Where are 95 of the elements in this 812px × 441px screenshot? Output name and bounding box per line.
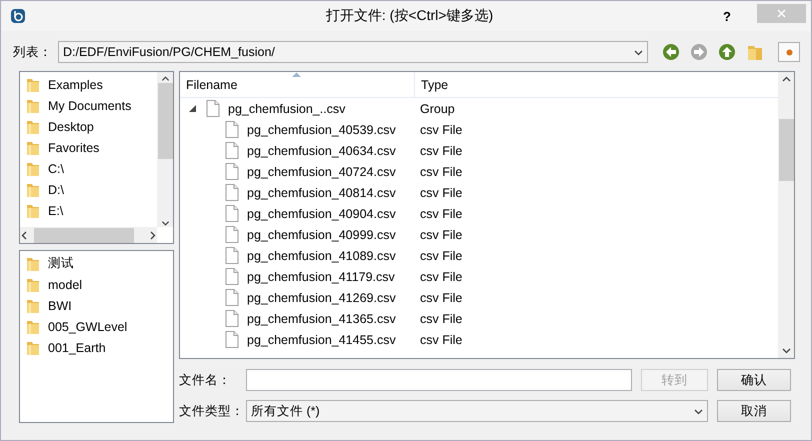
file-icon bbox=[225, 268, 239, 285]
filetype-label: 文件类型： bbox=[179, 402, 237, 420]
scroll-down-icon bbox=[782, 346, 790, 355]
scroll-up-icon bbox=[782, 75, 790, 84]
folder-icon bbox=[26, 202, 40, 218]
file-type: csv File bbox=[419, 312, 462, 326]
filename-field[interactable] bbox=[246, 369, 632, 391]
file-name[interactable]: pg_chemfusion_41455.csv bbox=[247, 332, 396, 346]
folder-icon bbox=[26, 118, 40, 134]
scrollbar[interactable] bbox=[20, 227, 157, 243]
column-header[interactable]: Type bbox=[415, 72, 454, 97]
place-item[interactable]: E:\ bbox=[48, 204, 64, 218]
recent-item[interactable]: BWI bbox=[48, 298, 72, 312]
recent-item[interactable]: 005_GWLevel bbox=[48, 320, 128, 334]
file-icon bbox=[225, 289, 239, 306]
folder-icon bbox=[26, 98, 40, 114]
confirm-button[interactable]: 确认 bbox=[717, 369, 791, 391]
file-icon bbox=[225, 163, 239, 180]
file-type: csv File bbox=[419, 228, 462, 242]
app-logo-icon bbox=[10, 8, 26, 24]
scrollbar-thumb[interactable] bbox=[158, 83, 172, 159]
file-icon bbox=[225, 121, 239, 138]
scroll-up-icon bbox=[160, 75, 170, 84]
folder-icon bbox=[26, 182, 40, 198]
folder-icon bbox=[26, 256, 40, 272]
file-type: csv File bbox=[419, 206, 462, 220]
place-item[interactable]: Examples bbox=[48, 78, 103, 92]
filetype-combo[interactable]: 所有文件 (*) bbox=[246, 400, 708, 422]
expanded-arrow-icon[interactable] bbox=[189, 105, 196, 112]
scrollbar[interactable] bbox=[778, 72, 794, 358]
folder-icon bbox=[26, 318, 40, 334]
scroll-left-icon bbox=[20, 230, 29, 240]
file-name[interactable]: pg_chemfusion_41089.csv bbox=[247, 248, 396, 262]
file-name[interactable]: pg_chemfusion_40814.csv bbox=[247, 186, 396, 200]
file-name[interactable]: pg_chemfusion_41365.csv bbox=[247, 312, 396, 326]
file-icon bbox=[225, 331, 239, 348]
record-button[interactable] bbox=[778, 42, 800, 62]
file-type: csv File bbox=[419, 270, 462, 284]
close-icon bbox=[777, 9, 786, 18]
new-folder-icon[interactable] bbox=[746, 43, 764, 61]
path-combo[interactable]: D:/EDF/EnviFusion/PG/CHEM_fusion/ bbox=[58, 41, 648, 63]
filetype-value: 所有文件 (*) bbox=[251, 402, 320, 420]
close-button[interactable] bbox=[757, 4, 806, 23]
place-item[interactable]: C:\ bbox=[48, 162, 64, 176]
file-name[interactable]: pg_chemfusion_40724.csv bbox=[247, 164, 396, 178]
scrollbar-thumb[interactable] bbox=[34, 228, 134, 242]
file-type: csv File bbox=[419, 332, 462, 346]
dropdown-icon bbox=[694, 406, 703, 416]
window-title: 打开文件: (按<Ctrl>键多选) bbox=[324, 7, 494, 25]
scroll-right-icon bbox=[148, 230, 157, 240]
path-value: D:/EDF/EnviFusion/PG/CHEM_fusion/ bbox=[63, 45, 275, 59]
file-type: csv File bbox=[419, 164, 462, 178]
file-icon bbox=[206, 100, 220, 117]
file-type: csv File bbox=[419, 290, 462, 304]
recent-item[interactable]: 测试 bbox=[48, 255, 74, 272]
file-icon bbox=[225, 142, 239, 159]
folder-icon bbox=[26, 340, 40, 356]
place-item[interactable]: D:\ bbox=[48, 182, 64, 196]
folder-icon bbox=[26, 298, 40, 314]
file-icon bbox=[225, 310, 239, 327]
file-icon bbox=[225, 226, 239, 243]
file-name[interactable]: pg_chemfusion_40904.csv bbox=[247, 206, 396, 220]
place-item[interactable]: Favorites bbox=[48, 140, 100, 154]
file-name[interactable]: pg_chemfusion_41269.csv bbox=[247, 290, 396, 304]
group-name[interactable]: pg_chemfusion_..csv bbox=[228, 102, 346, 116]
recent-item[interactable]: 001_Earth bbox=[48, 340, 106, 354]
filename-label: 文件名： bbox=[179, 372, 232, 388]
file-name[interactable]: pg_chemfusion_40634.csv bbox=[247, 144, 396, 158]
file-name[interactable]: pg_chemfusion_40999.csv bbox=[247, 228, 396, 242]
place-item[interactable]: Desktop bbox=[48, 120, 94, 134]
file-icon bbox=[225, 184, 239, 201]
dot-icon bbox=[784, 48, 794, 56]
recent-item[interactable]: model bbox=[48, 278, 82, 292]
file-name[interactable]: pg_chemfusion_41179.csv bbox=[247, 270, 395, 284]
folder-icon bbox=[26, 140, 40, 156]
dropdown-icon bbox=[634, 48, 643, 56]
file-name[interactable]: pg_chemfusion_40539.csv bbox=[247, 122, 396, 136]
scroll-down-icon bbox=[160, 218, 170, 227]
scrollbar-thumb[interactable] bbox=[778, 119, 794, 181]
place-item[interactable]: My Documents bbox=[48, 98, 132, 112]
folder-icon bbox=[26, 76, 40, 92]
scrollbar[interactable] bbox=[157, 72, 173, 227]
file-type: Group bbox=[419, 102, 455, 116]
folder-icon bbox=[26, 276, 40, 292]
folder-icon bbox=[26, 160, 40, 176]
file-icon bbox=[225, 205, 239, 222]
sort-arrow-icon bbox=[292, 72, 301, 77]
path-label: 列表： bbox=[13, 44, 52, 60]
file-type: csv File bbox=[419, 248, 462, 262]
file-type: csv File bbox=[419, 122, 462, 136]
help-button[interactable]: ? bbox=[723, 8, 731, 24]
file-type: csv File bbox=[419, 186, 462, 200]
file-icon bbox=[225, 247, 239, 264]
file-type: csv File bbox=[419, 144, 462, 158]
cancel-button[interactable]: 取消 bbox=[717, 400, 791, 422]
